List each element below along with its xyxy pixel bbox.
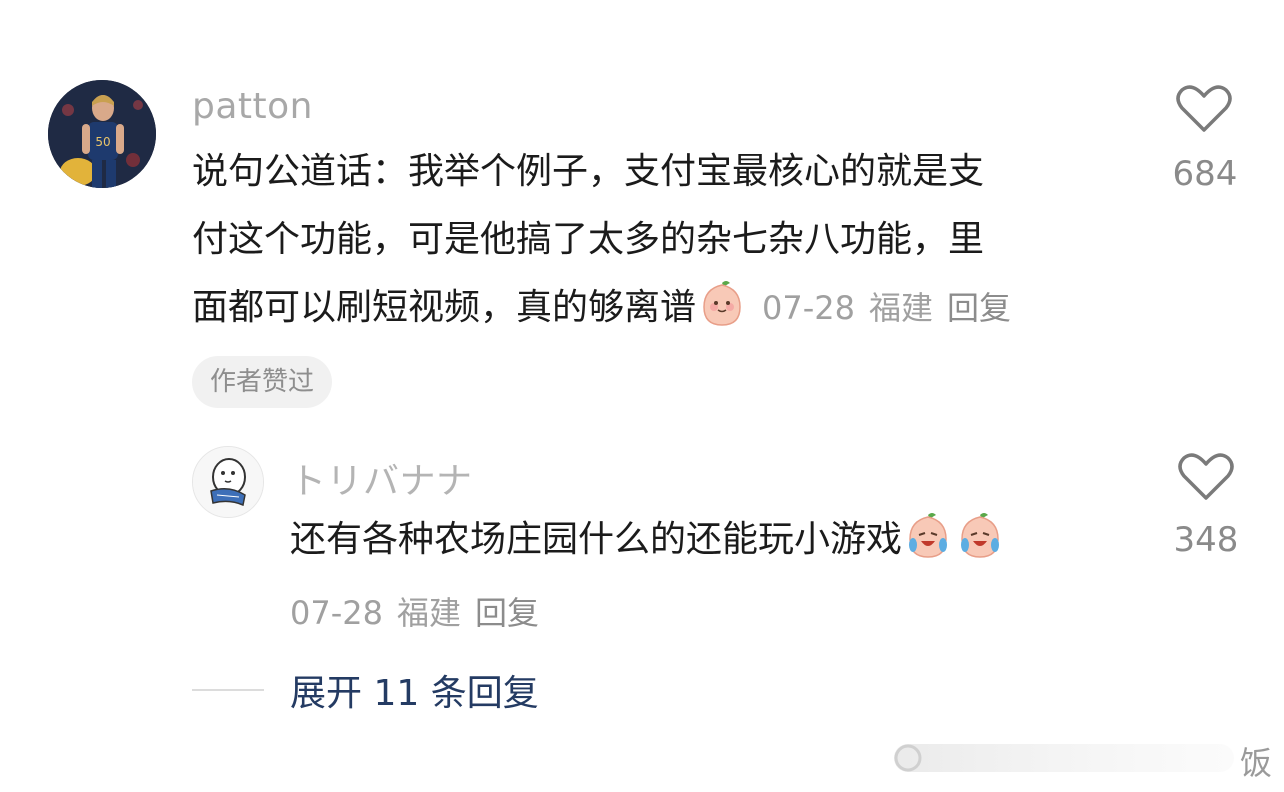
comment-meta: 07-28 福建 回复 <box>762 289 1025 327</box>
author-liked-badge: 作者赞过 <box>192 356 333 408</box>
comment-like-button[interactable] <box>1176 84 1232 138</box>
comment-like-count: 684 <box>1172 154 1238 194</box>
reply-avatar[interactable] <box>192 446 264 518</box>
comment-location: 福建 <box>869 289 934 327</box>
avatar-image: 50 <box>48 80 156 188</box>
reply-meta: 07-28 福建 回复 <box>290 588 553 634</box>
reply-location: 福建 <box>396 594 461 632</box>
smile-peach-emoji <box>696 277 748 352</box>
reply-date: 07-28 <box>290 594 383 632</box>
expand-replies-button[interactable]: 展开 11 条回复 <box>290 664 539 716</box>
comment-body: 说句公道话：我举个例子，支付宝最核心的就是支 付这个功能，可是他搞了太多的杂七杂… <box>192 138 1132 352</box>
svg-text:50: 50 <box>95 135 110 149</box>
heart-icon <box>1178 453 1234 500</box>
heart-icon <box>1176 85 1232 132</box>
reply-like-button[interactable] <box>1178 452 1234 506</box>
reply-like-count: 348 <box>1173 520 1239 560</box>
crying-laughing-peach-emoji <box>902 509 1006 584</box>
watermark-text: 饭 <box>1239 744 1272 782</box>
expand-divider <box>192 689 264 691</box>
comment-text-line-3: 面都可以刷短视频，真的够离谱 07-28 福建 回复 <box>192 274 1132 352</box>
comment-text-line-2: 付这个功能，可是他搞了太多的杂七杂八功能，里 <box>192 219 985 260</box>
reply-reply-button[interactable]: 回复 <box>475 594 539 632</box>
reply-body: 还有各种农场庄园什么的还能玩小游戏 <box>290 506 1130 584</box>
avatar[interactable]: 50 <box>48 80 156 188</box>
comment-date: 07-28 <box>762 289 855 327</box>
reply-username[interactable]: トリバナナ <box>290 452 473 504</box>
comment-reply-button[interactable]: 回复 <box>947 289 1011 327</box>
avatar-image <box>193 447 263 517</box>
comment-text-line-1: 说句公道话：我举个例子，支付宝最核心的就是支 <box>192 151 985 192</box>
comment-text-line-3-text: 面都可以刷短视频，真的够离谱 <box>192 287 697 328</box>
comment-username[interactable]: patton <box>192 86 313 127</box>
watermark: 饭 <box>864 728 1284 788</box>
reply-text: 还有各种农场庄园什么的还能玩小游戏 <box>290 519 903 560</box>
